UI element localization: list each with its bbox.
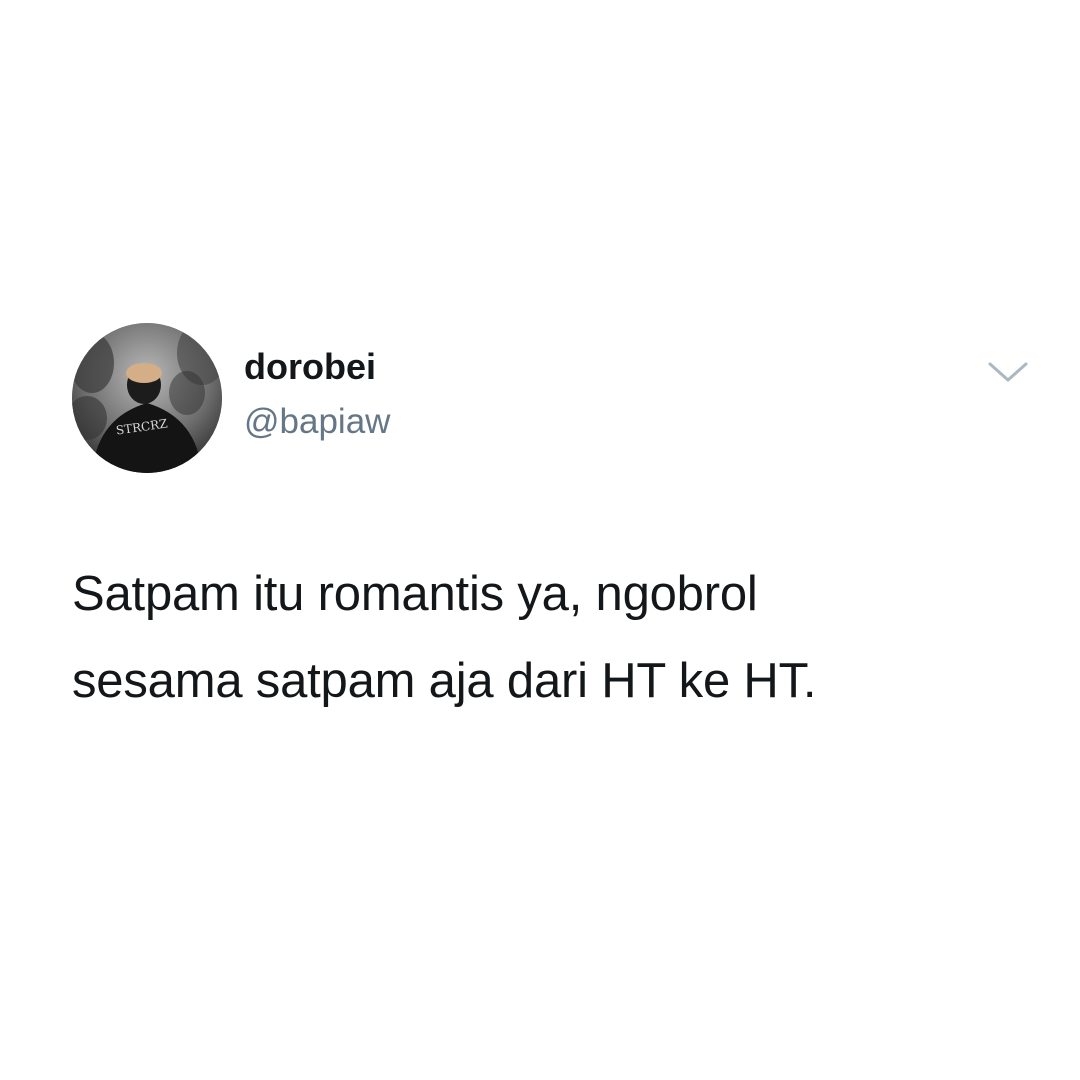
tweet-text-line: Satpam itu romantis ya, ngobrol bbox=[72, 567, 758, 621]
tweet-text: Satpam itu romantis ya, ngobrol sesama s… bbox=[72, 551, 1032, 725]
profile-photo-icon: STRCRZ bbox=[72, 323, 222, 473]
tweet-card: STRCRZ dorobei @bapiaw Satpam itu romant… bbox=[0, 0, 1080, 1080]
tweet-text-line: sesama satpam aja dari HT ke HT. bbox=[72, 654, 817, 708]
avatar[interactable]: STRCRZ bbox=[72, 323, 222, 473]
tweet-menu-button[interactable] bbox=[984, 352, 1032, 392]
display-name[interactable]: dorobei bbox=[244, 345, 376, 389]
user-handle[interactable]: @bapiaw bbox=[244, 400, 390, 444]
chevron-down-icon bbox=[988, 362, 1028, 382]
